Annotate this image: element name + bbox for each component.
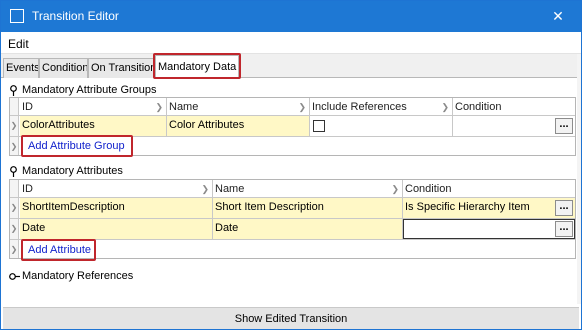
window-title: Transition Editor (32, 9, 119, 23)
tab-condition[interactable]: Condition (39, 58, 88, 78)
tab-events[interactable]: Events (3, 58, 39, 78)
column-arrow-icon: ❯ (201, 184, 209, 194)
attributes-label: Mandatory Attributes (22, 165, 123, 177)
column-header-label: Name (169, 101, 199, 113)
column-arrow-icon: ❯ (298, 102, 306, 112)
row-selector[interactable]: ❯ (10, 198, 19, 218)
pin-icon (10, 85, 17, 96)
tab-on-transition[interactable]: On Transition (88, 58, 155, 78)
table-row[interactable]: ❯ ShortItemDescription Short Item Descri… (10, 198, 575, 219)
tab-mandatory-data[interactable]: Mandatory Data (155, 55, 239, 79)
column-header-name[interactable]: Name ❯ (213, 180, 403, 197)
pin-icon (9, 273, 20, 280)
title-bar: Transition Editor ✕ (1, 1, 581, 32)
column-header-label: Condition (455, 101, 502, 113)
cell-include-references (310, 116, 453, 136)
cell-id[interactable]: ShortItemDescription (20, 198, 213, 218)
column-arrow-icon: ❯ (441, 102, 449, 112)
row-selector (10, 180, 19, 197)
tab-strip: Events Condition On Transition Mandatory… (1, 54, 581, 79)
cell-condition[interactable]: Is Specific Hierarchy Item ... (403, 198, 575, 218)
cell-name[interactable]: Date (213, 219, 403, 239)
table-row[interactable]: ❯ ColorAttributes Color Attributes ... (10, 116, 575, 137)
row-selector[interactable]: ❯ (10, 219, 19, 239)
condition-ellipsis-button[interactable]: ... (555, 221, 573, 237)
column-header-id[interactable]: ID ❯ (20, 98, 167, 115)
window-icon (10, 9, 24, 23)
cell-name[interactable]: Short Item Description (213, 198, 403, 218)
condition-ellipsis-button[interactable]: ... (555, 118, 573, 134)
add-row: ❯ (10, 240, 575, 258)
row-selector[interactable]: ❯ (10, 116, 19, 136)
close-button[interactable]: ✕ (535, 1, 581, 32)
row-selector: ❯ (10, 137, 19, 155)
transition-editor-window: Transition Editor ✕ Edit Events Conditio… (0, 0, 582, 330)
pin-icon (10, 166, 17, 177)
column-header-name[interactable]: Name ❯ (167, 98, 310, 115)
column-header-label: ID (22, 183, 33, 195)
cell-name[interactable]: Color Attributes (167, 116, 310, 136)
include-references-checkbox[interactable] (313, 120, 325, 132)
cell-id[interactable]: Date (20, 219, 213, 239)
condition-ellipsis-button[interactable]: ... (555, 200, 573, 216)
column-header-include-references[interactable]: Include References ❯ (310, 98, 453, 115)
column-header-label: Name (215, 183, 245, 195)
table-header-row: ID ❯ Name ❯ Include References ❯ Conditi… (10, 98, 575, 116)
column-header-id[interactable]: ID ❯ (20, 180, 213, 197)
references-label: Mandatory References (22, 270, 134, 282)
right-edge-scrollbar (577, 54, 581, 304)
column-arrow-icon: ❯ (155, 102, 163, 112)
row-selector (10, 98, 19, 115)
references-header[interactable]: Mandatory References (9, 270, 309, 284)
cell-id[interactable]: ColorAttributes (20, 116, 167, 136)
column-header-label: Condition (405, 183, 452, 195)
attribute-groups-header[interactable]: Mandatory Attribute Groups (9, 84, 309, 98)
add-attribute-link[interactable]: Add Attribute (28, 244, 91, 256)
row-selector: ❯ (10, 240, 19, 258)
column-arrow-icon: ❯ (391, 184, 399, 194)
add-attribute-group-link[interactable]: Add Attribute Group (28, 140, 125, 152)
column-header-condition[interactable]: Condition (403, 180, 575, 197)
attributes-header[interactable]: Mandatory Attributes (9, 165, 309, 179)
show-edited-transition-button[interactable]: Show Edited Transition (3, 307, 579, 329)
column-header-label: ID (22, 101, 33, 113)
attribute-groups-label: Mandatory Attribute Groups (22, 84, 157, 96)
cell-condition-value: Is Specific Hierarchy Item (405, 201, 530, 213)
menu-bar: Edit (1, 32, 581, 54)
attributes-grid: ID ❯ Name ❯ Condition ❯ ShortItemDescrip… (9, 179, 576, 259)
cell-condition[interactable]: ... (403, 219, 575, 239)
menu-edit[interactable]: Edit (8, 37, 29, 51)
cell-condition[interactable]: ... (453, 116, 575, 136)
table-header-row: ID ❯ Name ❯ Condition (10, 180, 575, 198)
table-row[interactable]: ❯ Date Date ... (10, 219, 575, 240)
column-header-condition[interactable]: Condition (453, 98, 575, 115)
column-header-label: Include References (312, 101, 407, 113)
